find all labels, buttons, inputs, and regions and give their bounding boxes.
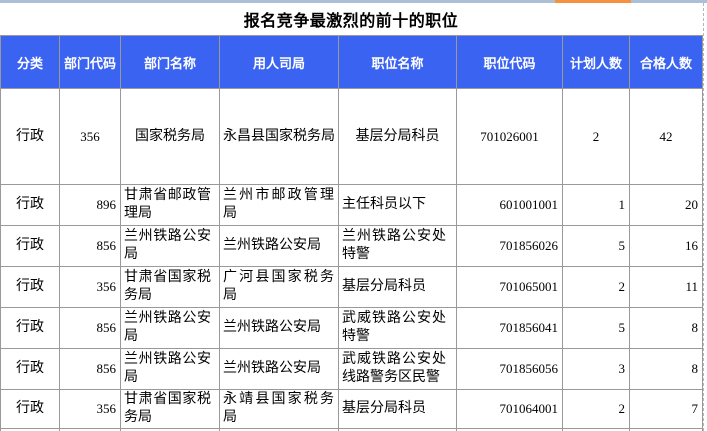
table-row: 行政 856 兰州铁路公安局 兰州铁路公安局 兰州铁路公安处特警 7018560… [0, 225, 703, 267]
cell-employing-org[interactable]: 兰州铁路公安局 [219, 307, 339, 349]
table-row: 行政 896 甘肃省邮政管理局 兰州市邮政管理局 主任科员以下 60100100… [0, 184, 703, 226]
cell-category[interactable]: 行政 [0, 88, 60, 185]
cell-employing-org[interactable]: 广河县国家税务局 [219, 266, 339, 308]
cell-category[interactable]: 行政 [0, 225, 60, 267]
column-header-dept-name[interactable]: 部门名称 [120, 35, 220, 89]
cell-position-name[interactable]: 基层分局科员 [338, 266, 457, 308]
table-row: 行政 856 兰州铁路公安局 兰州铁路公安局 武威铁路公安处特警 7018560… [0, 307, 703, 349]
cell-position-code[interactable]: 701026001 [456, 88, 563, 185]
cell-dept-name[interactable]: 兰州铁路公安局 [120, 307, 220, 349]
cell-planned-count[interactable]: 2 [562, 389, 630, 429]
cell-position-name[interactable]: 基层分局科员 [338, 389, 457, 429]
cell-employing-org[interactable]: 兰州市邮政管理局 [219, 184, 339, 226]
cell-planned-count[interactable]: 5 [562, 307, 630, 349]
cell-category[interactable]: 行政 [0, 348, 60, 390]
column-header-qualified-count[interactable]: 合格人数 [629, 35, 703, 89]
cell-position-code[interactable]: 701065001 [456, 266, 563, 308]
cell-dept-code[interactable]: 356 [59, 88, 121, 185]
column-header-employing-org[interactable]: 用人司局 [219, 35, 339, 89]
cell-position-code[interactable]: 701856041 [456, 307, 563, 349]
cell-position-code[interactable]: 601001001 [456, 184, 563, 226]
cell-category[interactable]: 行政 [0, 184, 60, 226]
cell-position-code[interactable]: 701856056 [456, 348, 563, 390]
cell-qualified-count[interactable]: 11 [629, 266, 703, 308]
column-header-position-name[interactable]: 职位名称 [338, 35, 457, 89]
header-row: 分类 部门代码 部门名称 用人司局 职位名称 职位代码 计划人数 合格人数 [0, 35, 703, 89]
table-row: 行政 856 兰州铁路公安局 兰州铁路公安局 武威铁路公安处线路警务区民警 70… [0, 348, 703, 390]
cell-dept-name[interactable]: 甘肃省国家税务局 [120, 266, 220, 308]
cell-category[interactable]: 行政 [0, 389, 60, 429]
spreadsheet-view: 报名竞争最激烈的前十的职位 分类 部门代码 部门名称 用人司局 职位名称 职位代… [0, 0, 707, 431]
cell-position-code[interactable]: 701856026 [456, 225, 563, 267]
cell-qualified-count[interactable]: 8 [629, 348, 703, 390]
cell-position-name[interactable]: 兰州铁路公安处特警 [338, 225, 457, 267]
table-title: 报名竞争最激烈的前十的职位 [243, 13, 459, 30]
cell-dept-code[interactable]: 896 [59, 184, 121, 226]
cell-dept-name[interactable]: 甘肃省国家税务局 [120, 389, 220, 429]
column-header-planned-count[interactable]: 计划人数 [562, 35, 630, 89]
table-row: 行政 356 甘肃省国家税务局 永靖县国家税务局 基层分局科员 70106400… [0, 389, 703, 429]
cell-dept-code[interactable]: 856 [59, 307, 121, 349]
cell-position-name[interactable]: 武威铁路公安处线路警务区民警 [338, 348, 457, 390]
cell-qualified-count[interactable]: 8 [629, 307, 703, 349]
cell-position-name[interactable]: 基层分局科员 [338, 88, 457, 185]
cell-position-name[interactable]: 主任科员以下 [338, 184, 457, 226]
page-break-dashed-line [703, 3, 704, 431]
cell-planned-count[interactable]: 2 [562, 88, 630, 185]
cell-dept-code[interactable]: 356 [59, 389, 121, 429]
cell-dept-name[interactable]: 兰州铁路公安局 [120, 225, 220, 267]
column-header-dept-code[interactable]: 部门代码 [59, 35, 121, 89]
cell-dept-code[interactable]: 356 [59, 266, 121, 308]
column-header-category[interactable]: 分类 [0, 35, 60, 89]
table-row: 行政 356 甘肃省国家税务局 广河县国家税务局 基层分局科员 70106500… [0, 266, 703, 308]
cell-dept-name[interactable]: 兰州铁路公安局 [120, 348, 220, 390]
cell-position-name[interactable]: 武威铁路公安处特警 [338, 307, 457, 349]
cell-qualified-count[interactable]: 16 [629, 225, 703, 267]
cell-category[interactable]: 行政 [0, 307, 60, 349]
table-row: 行政 356 国家税务局 永昌县国家税务局 基层分局科员 701026001 2… [0, 88, 703, 185]
cell-employing-org[interactable]: 永靖县国家税务局 [219, 389, 339, 429]
cell-planned-count[interactable]: 5 [562, 225, 630, 267]
cell-dept-name[interactable]: 国家税务局 [120, 88, 220, 185]
column-header-position-code[interactable]: 职位代码 [456, 35, 563, 89]
cell-planned-count[interactable]: 3 [562, 348, 630, 390]
cell-employing-org[interactable]: 兰州铁路公安局 [219, 348, 339, 390]
cell-dept-code[interactable]: 856 [59, 348, 121, 390]
cell-category[interactable]: 行政 [0, 266, 60, 308]
positions-table: 分类 部门代码 部门名称 用人司局 职位名称 职位代码 计划人数 合格人数 行政… [0, 35, 703, 431]
cell-qualified-count[interactable]: 7 [629, 389, 703, 429]
cell-dept-code[interactable]: 856 [59, 225, 121, 267]
cell-qualified-count[interactable]: 20 [629, 184, 703, 226]
cell-qualified-count[interactable]: 42 [629, 88, 703, 185]
cell-planned-count[interactable]: 1 [562, 184, 630, 226]
cell-employing-org[interactable]: 永昌县国家税务局 [219, 88, 339, 185]
cell-employing-org[interactable]: 兰州铁路公安局 [219, 225, 339, 267]
cell-dept-name[interactable]: 甘肃省邮政管理局 [120, 184, 220, 226]
cell-planned-count[interactable]: 2 [562, 266, 630, 308]
cell-position-code[interactable]: 701064001 [456, 389, 563, 429]
